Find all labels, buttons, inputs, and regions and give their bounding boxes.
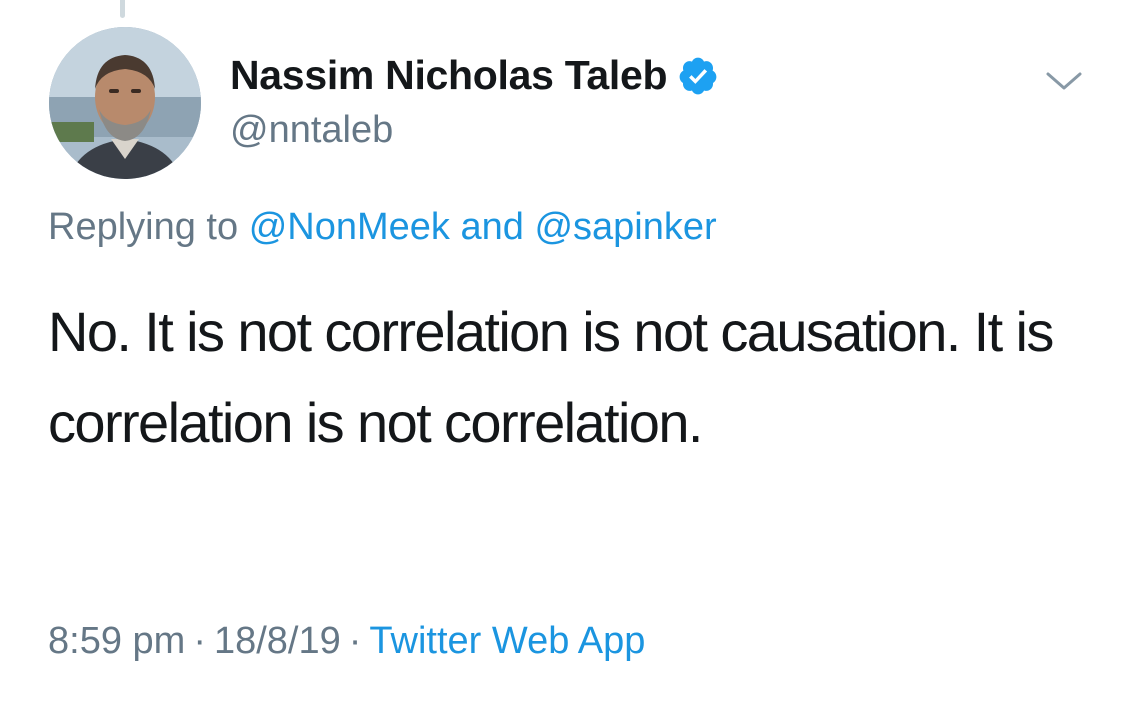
- tweet-body-text: No. It is not correlation is not causati…: [48, 300, 1054, 454]
- tweet-time[interactable]: 8:59 pm: [48, 620, 185, 662]
- tweet-metadata: 8:59 pm · 18/8/19 · Twitter Web App: [48, 620, 645, 663]
- meta-separator: ·: [348, 620, 362, 662]
- thread-connector-line: [120, 0, 125, 18]
- author-display-name[interactable]: Nassim Nicholas Taleb: [230, 52, 668, 99]
- avatar[interactable]: [49, 27, 201, 179]
- tweet-source-link[interactable]: Twitter Web App: [369, 620, 645, 662]
- avatar-image: [49, 27, 201, 179]
- tweet-date[interactable]: 18/8/19: [214, 620, 341, 662]
- chevron-down-icon[interactable]: [1044, 66, 1084, 96]
- author-name-row: Nassim Nicholas Taleb: [230, 52, 719, 99]
- tweet-card: Nassim Nicholas Taleb @nntaleb Replying …: [0, 0, 1123, 709]
- meta-separator: ·: [193, 620, 206, 662]
- mention-link-nonmeek[interactable]: @NonMeek: [249, 206, 450, 248]
- replying-to-prefix: Replying to: [48, 206, 239, 248]
- verified-badge-icon: [677, 55, 719, 97]
- author-handle[interactable]: @nntaleb: [230, 109, 393, 152]
- replying-to-line: Replying to @NonMeek and @sapinker: [48, 206, 717, 249]
- mention-link-sapinker[interactable]: @sapinker: [534, 206, 716, 248]
- reply-conjunction[interactable]: and: [460, 206, 523, 248]
